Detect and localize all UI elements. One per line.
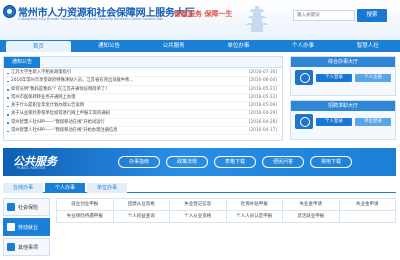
service-item[interactable]: 个人人员认定申报 <box>226 211 283 223</box>
personal-login-button[interactable]: 个人登录 <box>316 73 352 82</box>
service-item[interactable]: 个人权益查询 <box>113 211 170 223</box>
unit-login-button[interactable]: 单位登录 <box>355 117 391 126</box>
list-item[interactable]: 常州智慧人社APP——"我保移动在线"开始办理注册信息 [2016-04-17] <box>6 127 280 136</box>
notice-date: [2016-04-26] <box>248 119 277 125</box>
banner-subtitle: PUBLIC SERVICE <box>17 166 46 170</box>
unit-personal-login-button[interactable]: 个人登录 <box>316 117 352 126</box>
notice-title[interactable]: 常州市医保转移业务开通网上办理 <box>11 95 75 100</box>
person-icon <box>295 70 313 85</box>
public-service-banner: 公共服务 PUBLIC SERVICE 办事指南 政策法规 表格下载 便民问答 … <box>3 148 396 176</box>
search-input[interactable] <box>293 10 355 21</box>
notice-date: [2016-05-12] <box>248 94 277 100</box>
briefcase-icon <box>7 223 15 231</box>
sidebar-item-label: 其他事项 <box>18 244 39 251</box>
notice-date: [2016-05-21] <box>248 86 277 92</box>
list-item[interactable]: 如何证明"我妈是我妈"？在江苏开通你证明简单了！ [2016-05-21] <box>6 86 280 94</box>
pagoda-icon <box>245 6 269 32</box>
service-item[interactable]: 失业金申请 <box>283 199 340 211</box>
notice-date: [2016-07-30] <box>248 70 277 75</box>
tab-personal[interactable]: 个人办事 <box>45 183 85 193</box>
banner-link-policy[interactable]: 政策法规 <box>166 156 208 168</box>
notice-tab[interactable]: 通知公告 <box>4 57 40 68</box>
notice-panel: 通知公告 江苏大学生新入学相关政策指引 [2016-07-30] 2016年常州市… <box>3 56 283 141</box>
service-sidebar: 社会保险 劳动就业 其他事项 <box>3 198 50 258</box>
nav-item-personal[interactable]: 个人办事 <box>271 40 336 52</box>
service-item[interactable]: 就业创业申报 <box>57 199 114 211</box>
nav-item-home[interactable]: 首页 <box>6 41 71 52</box>
nav-item-notices[interactable]: 通知公告 <box>77 40 142 52</box>
shield-icon <box>7 203 15 211</box>
service-item[interactable]: 社保补贴申报 <box>226 199 283 211</box>
service-item[interactable]: 个人从业资格 <box>170 211 227 223</box>
nav-item-smart[interactable]: 智慧人社 <box>335 40 400 52</box>
grid-icon <box>7 243 15 251</box>
sidebar-item-other[interactable]: 其他事项 <box>3 238 50 256</box>
banner-link-faq[interactable]: 便民问答 <box>262 156 304 168</box>
notice-date: [2016-04-17] <box>248 128 277 134</box>
list-item[interactable]: 2016年常州市享受政府特殊津贴人员、江苏省有突出贡献中青... [2016-06… <box>6 77 280 86</box>
notice-title[interactable]: 江苏大学生新入学相关政策指引 <box>11 70 71 75</box>
service-item[interactable]: 失业金申请 <box>339 199 396 211</box>
notice-title[interactable]: 常州智慧人社APP——"我保移动在线"开始试运行 <box>11 120 105 125</box>
unit-hall-box: 招聘求职大厅 个人登录 单位登录 <box>290 100 396 140</box>
notice-title[interactable]: 常州智慧人社APP——"我保移动在线"开始办理注册信息 <box>11 128 118 133</box>
unit-hall-row: 个人登录 单位登录 <box>291 111 395 132</box>
list-item[interactable]: 常州市医保转移业务开通网上办理 [2016-05-12] <box>6 94 280 103</box>
banner-link-download[interactable]: 常用下载 <box>310 156 352 168</box>
search-button[interactable]: 搜索 <box>357 9 387 22</box>
notice-list: 江苏大学生新入学相关政策指引 [2016-07-30] 2016年常州市享受政府特… <box>4 68 282 136</box>
service-tabs: 在线办事 个人办事 单位办事 <box>3 183 396 193</box>
nav-item-unit[interactable]: 单位办事 <box>206 40 271 52</box>
nav-item-public-service[interactable]: 公共服务 <box>141 40 206 52</box>
sidebar-item-insurance[interactable]: 社会保险 <box>3 198 50 216</box>
service-item[interactable]: 失业保险待遇申报 <box>57 211 114 223</box>
service-item[interactable]: 灵活就业申报 <box>283 211 340 223</box>
notice-header: 通知公告 <box>4 57 282 68</box>
site-logo[interactable] <box>3 5 16 18</box>
building-icon <box>295 114 313 129</box>
banner-links: 办事指南 政策法规 表格下载 便民问答 常用下载 <box>118 156 352 168</box>
list-item[interactable]: 常州智慧人社APP——"我保移动在线"开始试运行 [2016-04-26] <box>6 119 280 128</box>
notice-title[interactable]: 关于什么是职业年金计划办理公告说明 <box>11 103 84 108</box>
sidebar-item-label: 社会保险 <box>18 204 39 211</box>
banner-link-forms[interactable]: 表格下载 <box>214 156 256 168</box>
main-nav: 首页 通知公告 公共服务 单位办事 个人办事 智慧人社 <box>0 40 400 52</box>
list-item[interactable]: 江苏大学生新入学相关政策指引 [2016-07-30] <box>6 69 280 78</box>
tab-online[interactable]: 在线办事 <box>3 183 43 193</box>
personal-hall-row: 个人登录 个人注册 <box>291 67 395 88</box>
service-grid: 就业创业申报 团建从业资格 失业登记信息 社保补贴申报 失业金申请 失业金申请 … <box>56 198 396 223</box>
unit-hall-title: 招聘求职大厅 <box>291 101 395 111</box>
sidebar-item-label: 劳动就业 <box>18 224 39 231</box>
notice-title[interactable]: 2016年常州市享受政府特殊津贴人员、江苏省有突出贡献中青... <box>11 78 133 83</box>
list-item[interactable]: 关于从业保险参保单位如何进行网上申报工资的通知 [2016-04-29] <box>6 110 280 119</box>
service-item[interactable]: 团建从业资格 <box>113 199 170 211</box>
tab-unit[interactable]: 单位办事 <box>87 183 127 193</box>
list-item[interactable]: 关于什么是职业年金计划办理公告说明 [2016-05-09] <box>6 102 280 111</box>
personal-hall-box: 综合办事大厅 个人登录 个人注册 <box>290 56 396 96</box>
notice-title[interactable]: 如何证明"我妈是我妈"？在江苏开通你证明简单了！ <box>11 87 109 92</box>
notice-title[interactable]: 关于从业保险参保单位如何进行网上申报工资的通知 <box>11 111 110 116</box>
service-item <box>339 211 396 223</box>
notice-date: [2016-04-29] <box>248 111 277 117</box>
personal-register-button[interactable]: 个人注册 <box>355 73 391 82</box>
sidebar-item-employment[interactable]: 劳动就业 <box>3 218 50 236</box>
banner-link-guide[interactable]: 办事指南 <box>118 156 160 168</box>
site-subtitle: Changzhou City Human Resources and Socia… <box>18 17 164 21</box>
site-header: 常州市人力资源和社会保障网上服务大厅 Changzhou City Human … <box>0 0 400 40</box>
notice-date: [2016-06-04] <box>248 78 277 84</box>
notice-date: [2016-05-09] <box>248 103 277 109</box>
personal-hall-title: 综合办事大厅 <box>291 57 395 67</box>
slogan: 智慧服务 保障一生 <box>174 10 233 18</box>
service-item[interactable]: 失业登记信息 <box>170 199 227 211</box>
